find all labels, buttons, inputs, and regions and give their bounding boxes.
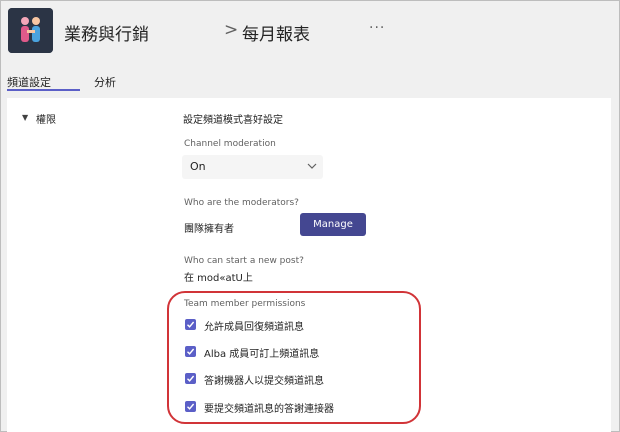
- more-options-icon[interactable]: ···: [369, 20, 385, 36]
- team-name[interactable]: 業務與行銷: [64, 20, 149, 45]
- checkbox-connector-submit[interactable]: [185, 401, 196, 412]
- checkbox-member-pin[interactable]: [185, 346, 196, 357]
- member-permissions-label: Team member permissions: [184, 299, 306, 309]
- new-post-label: Who can start a new post?: [184, 256, 304, 266]
- dropdown-value: On: [190, 160, 206, 173]
- breadcrumb-separator-icon: >: [224, 20, 239, 40]
- team-avatar: [8, 8, 53, 53]
- new-post-value: 在 mod«atU上: [184, 273, 253, 284]
- checkbox-label: 允許成員回復頻道訊息: [204, 322, 304, 333]
- checkbox-label: 答謝機器人以提交頻道訊息: [204, 376, 324, 387]
- checkmark-icon: [187, 403, 195, 410]
- channel-name: 每月報表: [242, 25, 310, 45]
- checkbox-label: Alba 成員可訂上頻道訊息: [204, 349, 320, 360]
- expand-caret-icon[interactable]: ▼: [22, 113, 28, 122]
- checkbox-member-reply[interactable]: [185, 319, 196, 330]
- chevron-down-icon: [307, 163, 317, 169]
- checkmark-icon: [187, 321, 195, 328]
- active-tab-indicator: [7, 89, 80, 91]
- moderators-label: Who are the moderators?: [184, 198, 299, 208]
- permissions-section-toggle[interactable]: 權限: [36, 111, 56, 126]
- channel-moderation-label: Channel moderation: [184, 139, 276, 149]
- tab-channel-settings[interactable]: 頻道設定: [7, 74, 51, 90]
- moderators-value: 團隊擁有者: [184, 224, 234, 235]
- channel-moderation-dropdown[interactable]: On: [182, 155, 323, 179]
- checkmark-icon: [187, 375, 195, 382]
- manage-button[interactable]: Manage: [300, 213, 366, 236]
- tab-analytics[interactable]: 分析: [94, 74, 116, 90]
- checkbox-bot-submit[interactable]: [185, 373, 196, 384]
- section-title: 設定頻道模式喜好設定: [183, 115, 283, 126]
- checkbox-label: 要提交頻道訊息的答謝連接器: [204, 404, 334, 415]
- checkmark-icon: [187, 348, 195, 355]
